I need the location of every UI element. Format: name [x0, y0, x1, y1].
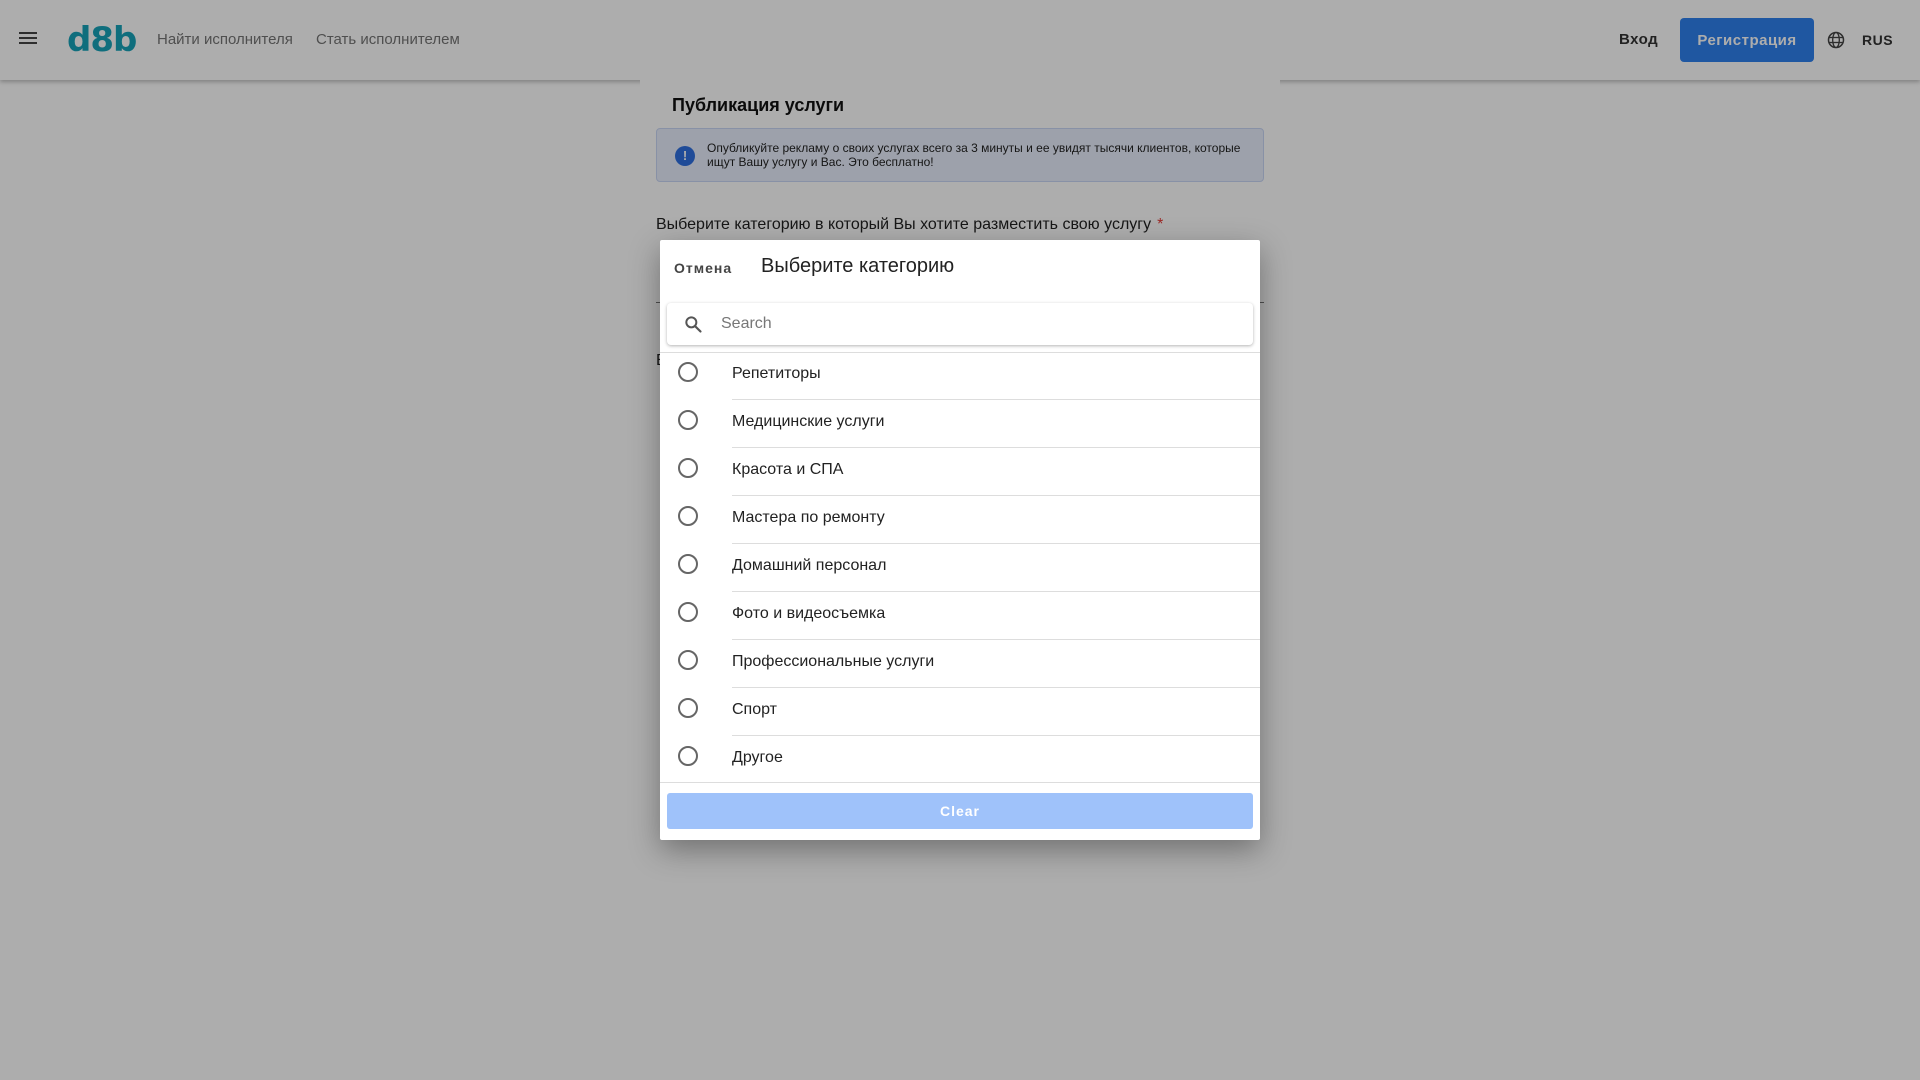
category-label: Репетиторы: [732, 365, 821, 382]
category-label: Мастера по ремонту: [732, 509, 885, 526]
radio-button[interactable]: [678, 746, 698, 766]
radio-button[interactable]: [678, 602, 698, 622]
category-label: Домашний персонал: [732, 557, 887, 574]
category-list: Репетиторы Медицинские услуги Красота и …: [660, 352, 1260, 780]
category-label: Медицинские услуги: [732, 413, 885, 430]
category-item-medical[interactable]: Медицинские услуги: [660, 400, 1260, 448]
category-label: Другое: [732, 749, 783, 766]
cancel-button[interactable]: Отмена: [674, 260, 732, 276]
category-dialog: Отмена Выберите категорию Репетиторы Мед…: [660, 240, 1260, 840]
radio-button[interactable]: [678, 362, 698, 382]
category-item-repair[interactable]: Мастера по ремонту: [660, 496, 1260, 544]
category-label: Спорт: [732, 701, 777, 718]
category-item-professional[interactable]: Профессиональные услуги: [660, 640, 1260, 688]
category-label: Профессиональные услуги: [732, 653, 935, 670]
search-bar: [667, 303, 1253, 345]
dialog-title: Выберите категорию: [761, 255, 955, 277]
radio-button[interactable]: [678, 698, 698, 718]
radio-button[interactable]: [678, 410, 698, 430]
clear-button[interactable]: Clear: [667, 793, 1253, 829]
category-item-tutors[interactable]: Репетиторы: [660, 352, 1260, 400]
search-input[interactable]: [721, 309, 1241, 339]
radio-button[interactable]: [678, 458, 698, 478]
category-item-other[interactable]: Другое: [660, 736, 1260, 780]
category-item-beauty-spa[interactable]: Красота и СПА: [660, 448, 1260, 496]
category-label: Красота и СПА: [732, 461, 844, 478]
search-icon: [685, 316, 702, 333]
radio-button[interactable]: [678, 650, 698, 670]
category-label: Фото и видеосъемка: [732, 605, 886, 622]
category-item-household-staff[interactable]: Домашний персонал: [660, 544, 1260, 592]
category-item-photo-video[interactable]: Фото и видеосъемка: [660, 592, 1260, 640]
radio-button[interactable]: [678, 554, 698, 574]
radio-button[interactable]: [678, 506, 698, 526]
category-item-sport[interactable]: Спорт: [660, 688, 1260, 736]
divider: [660, 782, 1260, 783]
